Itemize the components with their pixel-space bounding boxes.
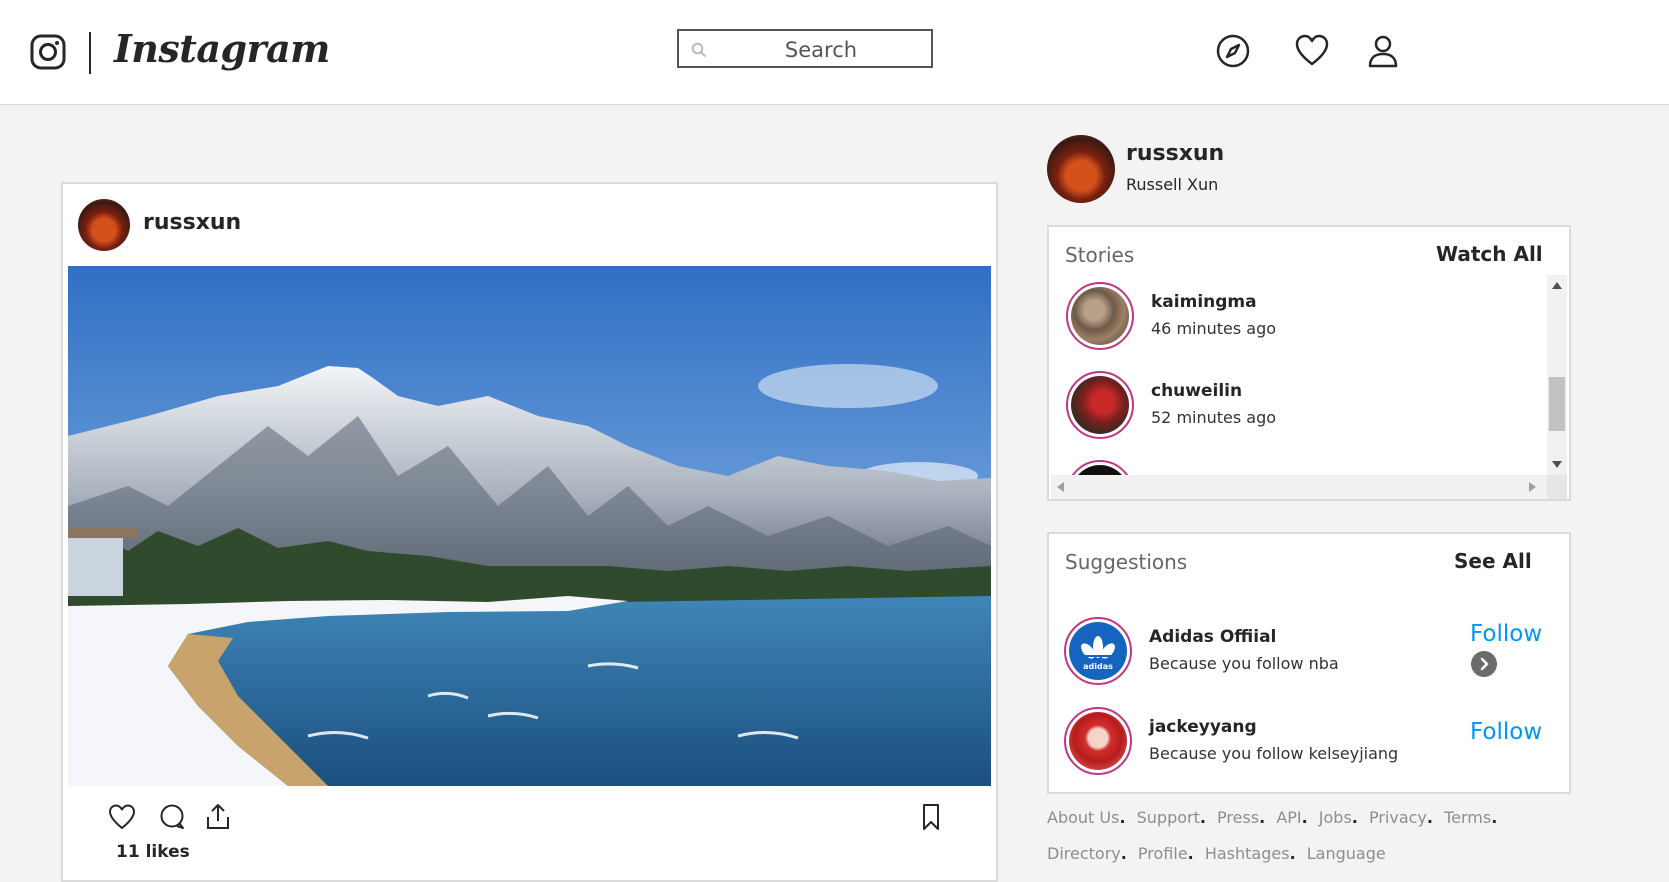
share-icon[interactable] <box>203 802 233 832</box>
story-ring[interactable] <box>1066 282 1134 350</box>
story-ring[interactable] <box>1066 371 1134 439</box>
watch-all-link[interactable]: Watch All <box>1436 242 1543 266</box>
scroll-left-arrow-icon[interactable] <box>1057 482 1064 492</box>
like-heart-icon[interactable] <box>107 802 137 832</box>
suggestion-avatar-ring[interactable] <box>1064 707 1132 775</box>
suggestion-item: jackeyyang Because you follow kelseyjian… <box>1064 707 1554 779</box>
post-author-username[interactable]: russxun <box>143 210 241 235</box>
chevron-right-icon <box>1480 657 1489 671</box>
footer-link-terms[interactable]: Terms <box>1444 808 1491 827</box>
suggestion-name[interactable]: jackeyyang <box>1149 717 1257 737</box>
post-card: russxun 11 likes <box>61 182 998 882</box>
suggestion-avatar <box>1069 712 1127 770</box>
see-all-link[interactable]: See All <box>1454 549 1532 573</box>
scrollbar-corner <box>1547 475 1567 499</box>
footer-links: About Us. Support. Press. API. Jobs. Pri… <box>1047 808 1498 863</box>
current-user-avatar[interactable] <box>1047 135 1115 203</box>
suggestion-avatar-ring[interactable]: adidas <box>1064 617 1132 685</box>
suggestions-title: Suggestions <box>1065 550 1188 574</box>
story-timestamp: 52 minutes ago <box>1151 408 1277 427</box>
profile-icon[interactable] <box>1365 33 1401 69</box>
story-ring[interactable] <box>1066 460 1134 475</box>
adidas-logo: adidas <box>1069 622 1127 680</box>
story-avatar <box>1071 465 1129 475</box>
svg-text:adidas: adidas <box>1083 662 1113 671</box>
mountain-lake-photo <box>68 266 991 786</box>
story-username[interactable]: kaimingma <box>1151 292 1257 312</box>
story-timestamp: 46 minutes ago <box>1151 319 1277 338</box>
follow-button[interactable]: Follow <box>1470 621 1542 647</box>
post-author-avatar[interactable] <box>78 199 130 251</box>
story-avatar <box>1071 287 1129 345</box>
footer-link-hashtags[interactable]: Hashtages <box>1205 844 1290 863</box>
search-icon <box>691 42 707 58</box>
footer-link-support[interactable]: Support <box>1137 808 1200 827</box>
stories-list[interactable]: kaimingma 46 minutes ago chuweilin 52 mi… <box>1051 275 1547 475</box>
story-item[interactable]: chuweilin 52 minutes ago <box>1066 371 1526 443</box>
footer-link-about[interactable]: About Us <box>1047 808 1119 827</box>
suggestion-name[interactable]: Adidas Offiial <box>1149 627 1276 647</box>
story-item[interactable]: kaimingma 46 minutes ago <box>1066 282 1526 354</box>
search-bar[interactable] <box>677 29 933 68</box>
heart-icon[interactable] <box>1294 33 1330 69</box>
like-count[interactable]: 11 likes <box>116 842 190 862</box>
story-avatar <box>1071 376 1129 434</box>
scroll-up-arrow-icon[interactable] <box>1552 282 1562 289</box>
suggestion-reason: Because you follow kelseyjiang <box>1149 744 1399 763</box>
scroll-down-arrow-icon[interactable] <box>1552 461 1562 468</box>
instagram-logo-icon[interactable] <box>30 34 66 70</box>
footer-link-jobs[interactable]: Jobs <box>1319 808 1352 827</box>
footer-link-language[interactable]: Language <box>1307 844 1386 863</box>
footer-link-directory[interactable]: Directory <box>1047 844 1121 863</box>
instagram-wordmark[interactable]: Instagram <box>114 26 330 71</box>
footer-link-press[interactable]: Press <box>1217 808 1259 827</box>
bookmark-icon[interactable] <box>916 802 946 832</box>
scrollbar-thumb[interactable] <box>1549 377 1565 431</box>
post-image[interactable] <box>68 266 991 786</box>
story-username[interactable]: chuweilin <box>1151 381 1242 401</box>
stories-title: Stories <box>1065 243 1135 267</box>
suggestion-reason: Because you follow nba <box>1149 654 1339 673</box>
search-input[interactable] <box>719 33 923 66</box>
top-navigation-bar: Instagram <box>0 0 1669 105</box>
footer-link-privacy[interactable]: Privacy <box>1369 808 1427 827</box>
stories-horizontal-scrollbar[interactable] <box>1051 475 1547 499</box>
adidas-trefoil-icon: adidas <box>1081 636 1115 671</box>
current-user-username[interactable]: russxun <box>1126 141 1224 166</box>
next-suggestion-button[interactable] <box>1471 651 1497 677</box>
scroll-right-arrow-icon[interactable] <box>1529 482 1536 492</box>
current-user-fullname: Russell Xun <box>1126 175 1219 194</box>
comment-icon[interactable] <box>157 802 187 832</box>
follow-button[interactable]: Follow <box>1470 719 1542 745</box>
story-item[interactable] <box>1066 460 1526 475</box>
stories-vertical-scrollbar[interactable] <box>1547 275 1567 475</box>
footer-link-profile[interactable]: Profile <box>1138 844 1188 863</box>
compass-icon[interactable] <box>1215 33 1251 69</box>
footer-link-api[interactable]: API <box>1276 808 1301 827</box>
logo-divider <box>89 32 91 74</box>
stories-panel: Stories Watch All kaimingma 46 minutes a… <box>1047 225 1571 501</box>
